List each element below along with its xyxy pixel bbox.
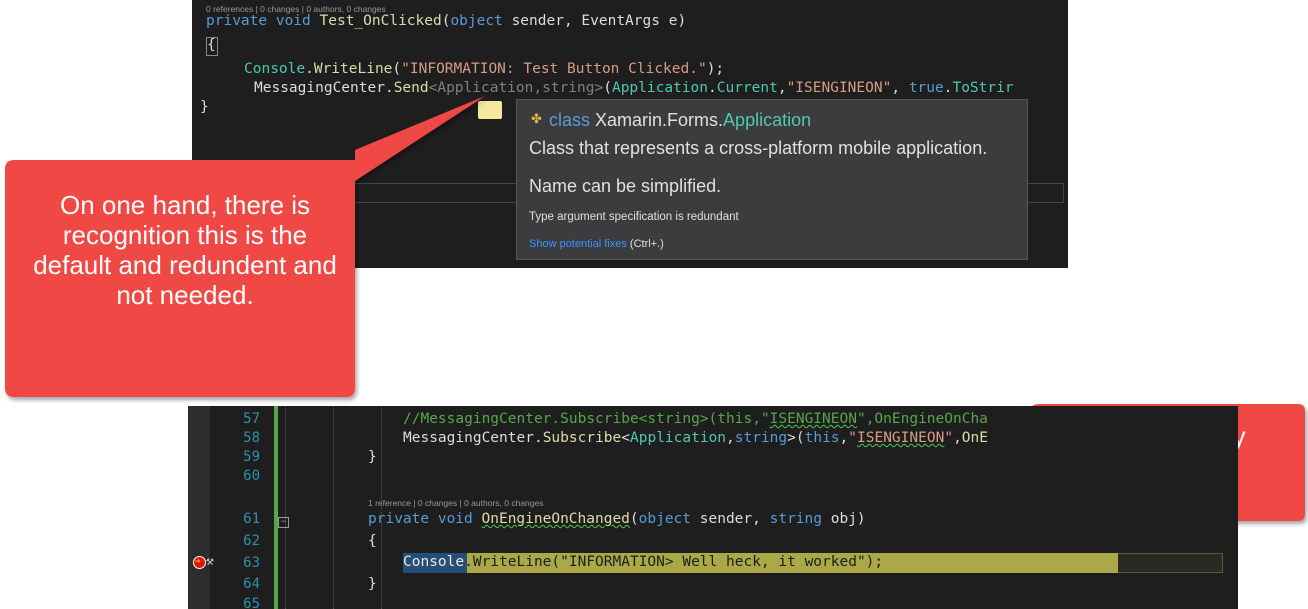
- code-line-method-signature[interactable]: private void Test_OnClicked(object sende…: [206, 13, 686, 29]
- params: obj): [822, 511, 866, 527]
- code-line-63[interactable]: Console.WriteLine("INFORMATION> Well hec…: [403, 554, 883, 570]
- punct: <: [621, 430, 630, 446]
- code-line-61[interactable]: private void OnEngineOnChanged(object se…: [368, 511, 866, 527]
- comment: //MessagingCenter.Subscribe<string>(this…: [403, 411, 770, 427]
- keyword: private: [368, 511, 430, 527]
- keyword: void: [275, 13, 311, 29]
- code-line-close-brace[interactable]: }: [200, 99, 209, 115]
- quick-info-tooltip: ✤ class Xamarin.Forms.Application Class …: [516, 99, 1028, 260]
- punct: ,: [777, 80, 787, 96]
- keyword: void: [437, 511, 473, 527]
- code-line-console-writeline[interactable]: Console.WriteLine("INFORMATION: Test But…: [244, 61, 724, 77]
- punct: .: [708, 80, 717, 96]
- indicator-margin[interactable]: [188, 406, 210, 609]
- lightbulb-icon[interactable]: [478, 101, 502, 119]
- punct: ,: [891, 80, 909, 96]
- type-argument: string: [734, 430, 788, 446]
- method-name: ToStrir: [952, 80, 1014, 96]
- method-name: WriteLine: [313, 61, 393, 77]
- line-number: 62: [243, 533, 260, 549]
- keyword: this: [804, 430, 840, 446]
- bottom-code-editor[interactable]: ➜ ⚒ 57 58 59 60 61 62 63 64 65 − //Messa…: [188, 406, 1238, 609]
- type-name: Application: [611, 80, 708, 96]
- codelens-info[interactable]: 1 reference | 0 changes | 0 authors, 0 c…: [368, 498, 543, 508]
- change-tracking-bar: [274, 406, 278, 609]
- type-argument: Application: [630, 430, 727, 446]
- tooltip-description: Class that represents a cross-platform m…: [529, 138, 988, 158]
- method-name: Test_OnClicked: [319, 13, 442, 29]
- selected-type-name[interactable]: Console: [403, 554, 464, 570]
- params: sender,: [691, 511, 770, 527]
- tooltip-fixes: Show potential fixes (Ctrl+.): [529, 238, 664, 250]
- punct: .: [533, 430, 543, 446]
- method-name: OnEngineOnChanged: [481, 511, 630, 527]
- collapse-toggle[interactable]: −: [278, 517, 289, 528]
- code-line-64[interactable]: }: [368, 576, 377, 592]
- show-potential-fixes-link[interactable]: Show potential fixes: [529, 238, 627, 250]
- punct: (: [603, 80, 612, 96]
- method-name: Subscribe: [542, 430, 622, 446]
- faded-type-argument[interactable]: string: [542, 80, 594, 96]
- string-literal: ": [848, 430, 858, 446]
- string-literal: "ISENGINEON": [786, 80, 892, 96]
- line-number: 61: [243, 511, 260, 527]
- punct: ,: [726, 430, 735, 446]
- tooltip-signature: class Xamarin.Forms.Application: [549, 110, 811, 131]
- string-literal-spelling: ISENGINEON: [857, 430, 945, 446]
- keyword: true: [908, 80, 944, 96]
- indent-guide: [333, 406, 334, 609]
- line-number: 57: [243, 411, 260, 427]
- code-line-messaging-send[interactable]: MessagingCenter.Send<Application,string>…: [254, 80, 1014, 96]
- line-number: 58: [243, 430, 260, 446]
- code-line-59[interactable]: }: [368, 449, 377, 465]
- string-literal: "INFORMATION: Test Button Clicked.": [401, 61, 707, 77]
- line-number: 60: [243, 468, 260, 484]
- punct: ,: [533, 80, 543, 96]
- hammer-icon[interactable]: ⚒: [206, 554, 214, 569]
- type-name: MessagingCenter: [254, 80, 385, 96]
- punct: ,: [839, 430, 849, 446]
- keyword: string: [769, 511, 822, 527]
- code-line-62[interactable]: {: [368, 533, 377, 549]
- method-name: ,OnE: [953, 430, 988, 446]
- line-number: 64: [243, 576, 260, 592]
- type-name: Console: [244, 61, 306, 77]
- keyword: object: [450, 13, 503, 29]
- type-name: MessagingCenter: [403, 430, 534, 446]
- namespace: Xamarin.Forms.: [590, 110, 724, 130]
- punct: >: [787, 430, 796, 446]
- tooltip-redundant-msg: Type argument specification is redundant: [529, 211, 739, 223]
- keyword: private: [206, 13, 268, 29]
- class-icon: ✤: [531, 111, 542, 126]
- shortcut-hint: (Ctrl+.): [626, 238, 664, 250]
- outline-guide: [285, 406, 286, 609]
- code-line-open-brace[interactable]: {: [207, 37, 216, 53]
- punct: (: [795, 430, 805, 446]
- type-name: Application: [723, 110, 812, 130]
- comment: ",OnEngineOnCha: [856, 411, 988, 427]
- punct: (: [392, 61, 402, 77]
- statement-text: .WriteLine("INFORMATION> Well heck, it w…: [464, 554, 884, 570]
- comment-spelling: ISENGINEON: [769, 411, 857, 427]
- code-line-58[interactable]: MessagingCenter.Subscribe<Application,st…: [403, 430, 988, 446]
- tooltip-name-simplify-msg: Name can be simplified.: [529, 176, 722, 196]
- current-line-arrow-icon: ➜: [195, 557, 201, 567]
- method-name: Send: [393, 80, 429, 96]
- punct: (: [629, 511, 639, 527]
- punct: );: [706, 61, 725, 77]
- string-literal: ": [944, 430, 954, 446]
- line-number: 59: [243, 449, 260, 465]
- line-number: 63: [243, 555, 260, 571]
- punct: .: [384, 80, 394, 96]
- code-line-57[interactable]: //MessagingCenter.Subscribe<string>(this…: [403, 411, 988, 427]
- punct: .: [305, 61, 314, 77]
- params: sender, EventArgs e): [502, 13, 687, 29]
- punct: >: [594, 80, 604, 96]
- property-name: Current: [716, 80, 778, 96]
- keyword: class: [549, 110, 591, 130]
- keyword: object: [638, 511, 692, 527]
- faded-type-argument[interactable]: Application: [437, 80, 533, 96]
- callout-left-text: On one hand, there is recognition this i…: [33, 190, 337, 310]
- line-number: 65: [243, 596, 260, 609]
